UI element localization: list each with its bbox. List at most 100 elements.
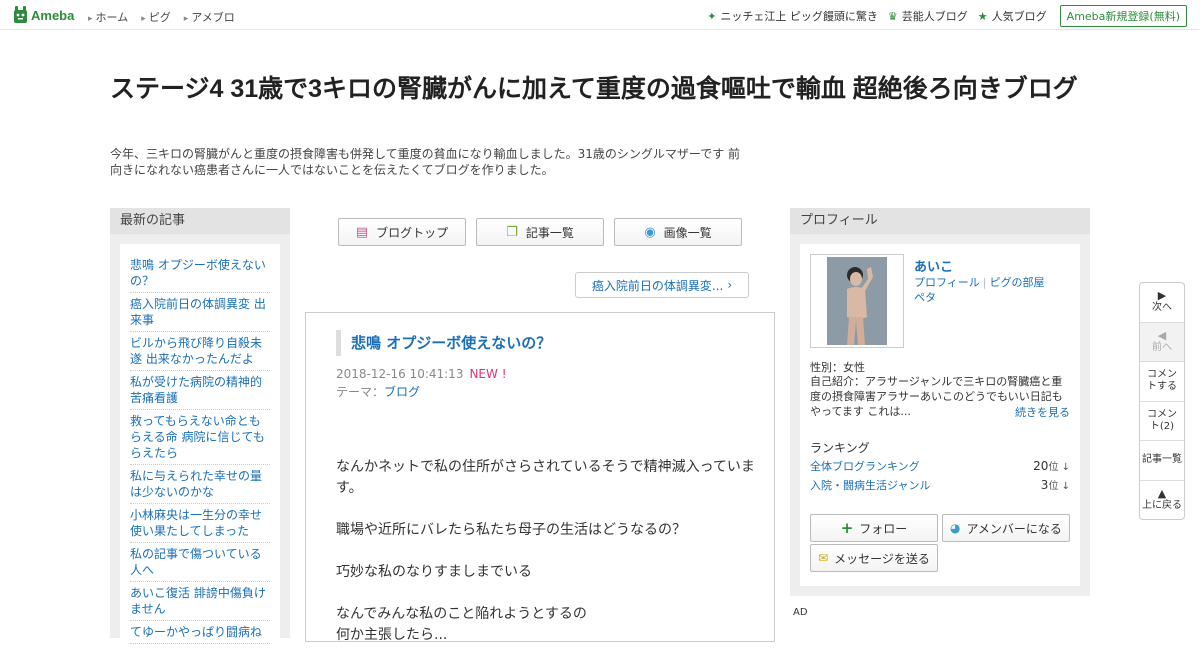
- ranking-row: 全体ブログランキング 20位 ↓: [810, 458, 1070, 474]
- blog-description: 今年、三キロの腎臓がんと重度の摂食障害も併発して重度の貧血になり輸血しました。3…: [110, 147, 741, 177]
- triangle-up-icon: ▲: [1157, 487, 1167, 501]
- blog-top-button[interactable]: ▤ ブログトップ: [338, 218, 466, 246]
- nav-pig[interactable]: ピグ: [141, 9, 171, 25]
- ranking-label[interactable]: 全体ブログランキング: [810, 458, 920, 474]
- ad-label: AD: [793, 607, 808, 618]
- next-label: 次へ: [1152, 302, 1172, 314]
- recent-entry-link[interactable]: 私の記事で傷ついている人へ: [130, 543, 270, 582]
- previous-entry-label: 癌入院前日の体調異変...: [591, 278, 724, 293]
- theme-label: テーマ：: [336, 385, 385, 399]
- article-paragraph: なんでみんな私のこと陥れようとするの: [336, 606, 587, 622]
- list-label: 記事一覧: [1142, 454, 1182, 466]
- article-timestamp: 2018-12-16 10:41:13: [336, 367, 464, 381]
- sparkle-icon: ✦: [707, 9, 717, 23]
- separator: |: [982, 276, 987, 289]
- article: 悲鳴 オプジーボ使えないの？ 2018-12-16 10:41:13 NEW ! …: [305, 312, 775, 643]
- profile-name[interactable]: あいこ: [914, 256, 953, 275]
- comment-count-label: コメント(2): [1147, 408, 1177, 432]
- top-link-celebrity[interactable]: ♛ 芸能人ブログ: [888, 8, 968, 24]
- recent-entry-link[interactable]: あいこ復活 誹謗中傷負けません: [130, 582, 270, 621]
- top-nav: ホーム ピグ アメブロ: [88, 9, 248, 25]
- recent-entry-link[interactable]: 私が受けた病院の精神的苦痛看護: [130, 371, 270, 410]
- recent-entry-link[interactable]: てゆーかやっぱり闘病ね: [130, 621, 270, 644]
- recent-entries-list: 悲鳴 オプジーボ使えないの？ 癌入院前日の体調異変 出来事 ビルから飛び降り自殺…: [120, 244, 280, 644]
- new-badge: NEW !: [469, 367, 507, 381]
- crown-icon: ♛: [887, 9, 898, 23]
- next-entry-button[interactable]: ▶ 次へ: [1140, 283, 1184, 323]
- article-title[interactable]: 悲鳴 オプジーボ使えないの？: [336, 330, 551, 356]
- entry-list-button[interactable]: ❐ 記事一覧: [476, 218, 604, 246]
- ranking-value: 3位 ↓: [1040, 478, 1070, 492]
- article-paragraph: 職場や近所にバレたら私たち母子の生活はどうなるの？: [336, 522, 686, 538]
- top-link-label: 人気ブログ: [991, 10, 1047, 23]
- blog-title[interactable]: ステージ4 31歳で3キロの腎臓がんに加えて重度の過食嘔吐で輸血 超絶後ろ向きブ…: [110, 72, 1090, 106]
- person-silhouette-icon: [827, 257, 887, 345]
- top-bar: Ameba ホーム ピグ アメブロ ✦ ニッチェ江上 ピッグ饅頭に驚き ♛ 芸能…: [0, 0, 1200, 30]
- pig-room-link[interactable]: ピグの部屋: [990, 276, 1045, 289]
- recent-entry-link[interactable]: 救ってもらえない命ともらえる命 病院に信じてもらえたら: [130, 410, 270, 465]
- ranking-value: 20位 ↓: [1033, 459, 1070, 473]
- copy-icon: ❐: [506, 224, 518, 240]
- avatar-photo: [827, 257, 887, 345]
- back-to-top-button[interactable]: ▲ 上に戻る: [1140, 481, 1184, 521]
- follow-label: フォロー: [859, 521, 908, 536]
- peta-link[interactable]: ペタ: [914, 291, 936, 304]
- article-paragraph: なんかネットで私の住所がさらされているそうで精神滅入っています。: [336, 459, 755, 496]
- theme-link[interactable]: ブログ: [384, 385, 420, 399]
- top-link-label: ニッチェ江上 ピッグ饅頭に驚き: [720, 10, 878, 23]
- amember-button[interactable]: ◕ アメンバーになる: [942, 514, 1070, 542]
- amember-label: アメンバーになる: [966, 521, 1062, 536]
- logo-text: Ameba: [31, 7, 75, 23]
- tab-label: 記事一覧: [525, 225, 574, 240]
- recent-entry-link[interactable]: ビルから飛び降り自殺未遂 出来なかったんだよ: [130, 332, 270, 371]
- nav-ameblo[interactable]: アメブロ: [184, 9, 234, 25]
- ranking-row: 入院・闘病生活ジャンル 3位 ↓: [810, 477, 1070, 493]
- top-link-news[interactable]: ✦ ニッチェ江上 ピッグ饅頭に驚き: [707, 8, 878, 24]
- recent-entry-link[interactable]: 悲鳴 オプジーボ使えないの？: [130, 254, 270, 293]
- play-right-icon: ▶: [1157, 289, 1167, 303]
- tab-label: ブログトップ: [376, 225, 449, 240]
- article-paragraph: 巧妙な私のなりすましまでいる: [336, 564, 532, 580]
- profile-link[interactable]: プロフィール: [914, 276, 980, 289]
- ameba-logo-icon: [14, 6, 27, 23]
- message-label: メッセージを送る: [834, 551, 930, 566]
- prev-label: 前へ: [1152, 341, 1172, 353]
- comment-button[interactable]: コメントする: [1140, 362, 1184, 402]
- image-list-button[interactable]: ◉ 画像一覧: [614, 218, 742, 246]
- play-left-icon: ◀: [1157, 328, 1167, 342]
- tab-label: 画像一覧: [663, 225, 712, 240]
- send-message-button[interactable]: ✉ メッセージを送る: [810, 544, 938, 572]
- top-label: 上に戻る: [1142, 500, 1182, 512]
- recent-entry-link[interactable]: 癌入院前日の体調異変 出来事: [130, 293, 270, 332]
- avatar[interactable]: [810, 254, 904, 348]
- plus-icon: +: [840, 519, 854, 537]
- recent-entry-link[interactable]: 小林麻央は一生分の幸せ使い果たしてしまった: [130, 504, 270, 543]
- article-body: なんかネットで私の住所がさらされているそうで精神滅入っています。 職場や近所にバ…: [336, 457, 756, 667]
- star-icon: ★: [977, 9, 988, 23]
- profile-panel: プロフィール あいこ プロフィール | ピグの部屋 ペタ 性別：女性 自己紹介：アラ…: [790, 208, 1090, 596]
- top-link-popular[interactable]: ★ 人気ブログ: [978, 8, 1047, 24]
- article-paragraph: 何か主張したら...: [336, 627, 448, 643]
- read-more-link[interactable]: 続きを見る: [1015, 404, 1070, 420]
- entry-list-side-button[interactable]: 記事一覧: [1140, 441, 1184, 481]
- top-right-links: ✦ ニッチェ江上 ピッグ饅頭に驚き ♛ 芸能人ブログ ★ 人気ブログ Ameba…: [697, 5, 1187, 27]
- comment-count-button[interactable]: コメント(2): [1140, 402, 1184, 441]
- prev-entry-button[interactable]: ◀ 前へ: [1140, 322, 1184, 362]
- chevron-right-icon: ›: [727, 278, 733, 292]
- mail-icon: ✉: [818, 551, 829, 565]
- article-theme: テーマ：ブログ: [336, 383, 420, 400]
- ameba-logo[interactable]: Ameba: [13, 6, 74, 24]
- ranking-label[interactable]: 入院・闘病生活ジャンル: [810, 477, 930, 493]
- document-icon: ▤: [355, 224, 369, 240]
- profile-gender: 性別：女性: [810, 361, 865, 374]
- article-date: 2018-12-16 10:41:13 NEW !: [336, 367, 507, 381]
- recent-entries-panel: 最新の記事 悲鳴 オプジーボ使えないの？ 癌入院前日の体調異変 出来事 ビルから…: [110, 208, 290, 644]
- follow-button[interactable]: + フォロー: [810, 514, 938, 542]
- side-navigation: ▶ 次へ ◀ 前へ コメントする コメント(2) 記事一覧 ▲ 上に戻る: [1139, 282, 1185, 520]
- top-link-label: 芸能人ブログ: [901, 10, 968, 23]
- register-button[interactable]: Ameba新規登録(無料): [1059, 5, 1187, 27]
- recent-entry-link[interactable]: 私に与えられた幸せの量は少ないのかな: [130, 465, 270, 504]
- nav-home[interactable]: ホーム: [88, 9, 129, 25]
- previous-entry-link[interactable]: 癌入院前日の体調異変... ›: [575, 272, 749, 298]
- camera-icon: ◉: [644, 224, 656, 240]
